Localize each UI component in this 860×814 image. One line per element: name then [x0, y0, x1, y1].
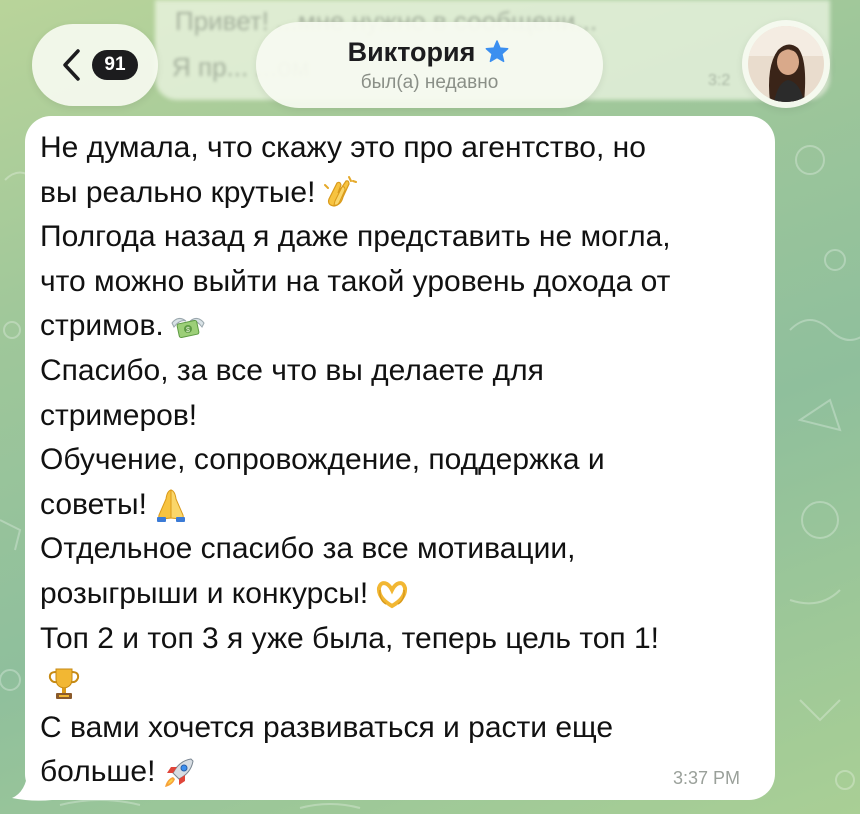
message-line: стримеров! [40, 394, 760, 439]
message-line-text: Полгода назад я даже представить не могл… [40, 220, 671, 254]
message-line: Спасибо, за все что вы делаете для [40, 349, 760, 394]
message-line-text: Спасибо, за все что вы делаете для [40, 353, 544, 387]
message-line-text: Обучение, сопровождение, поддержка и [40, 443, 605, 477]
star-icon [485, 40, 509, 63]
avatar [748, 26, 824, 102]
message-line-text: советы! [40, 487, 147, 521]
message-line: что можно выйти на такой уровень дохода … [40, 260, 760, 305]
message-line: Отдельное спасибо за все мотивации, [40, 527, 760, 572]
message-line: С вами хочется развиваться и расти еще [40, 706, 760, 751]
message-line-text: стримов. [40, 309, 164, 343]
message-line: Не думала, что скажу это про агентство, … [40, 126, 760, 171]
svg-text:$: $ [186, 327, 190, 334]
message-line-text: Не думала, что скажу это про агентство, … [40, 131, 646, 164]
message-line [40, 661, 760, 706]
message-line: стримов. $ [40, 304, 760, 349]
previous-message-time: 3:2 [708, 72, 731, 89]
money-with-wings-icon: $ [170, 309, 206, 345]
message-line: Полгода назад я даже представить не могл… [40, 215, 760, 260]
back-button[interactable]: 91 [32, 24, 158, 106]
message-line-text: розыгрыши и конкурсы! [40, 576, 369, 610]
clapping-hands-icon [321, 175, 358, 211]
unread-count-badge: 91 [92, 50, 138, 80]
message-time: 3:37 PM [673, 768, 741, 788]
chat-title[interactable]: Виктория был(а) недавно [256, 22, 603, 108]
message-line-text: вы реально крутые! [40, 175, 316, 209]
message-line-text: Отдельное спасибо за все мотивации, [40, 532, 576, 566]
message-line: Обучение, сопровождение, поддержка и [40, 438, 760, 483]
message-line: вы реально крутые! [40, 171, 760, 216]
avatar-button[interactable] [742, 20, 830, 108]
contact-status: был(а) недавно [360, 71, 499, 93]
message-line: розыгрыши и конкурсы! [40, 572, 760, 617]
trophy-icon [46, 665, 82, 701]
message-line-text: стримеров! [40, 398, 198, 432]
rocket-icon [161, 755, 197, 791]
message-line-text: что можно выйти на такой уровень дохода … [40, 264, 671, 298]
heart-hands-icon [374, 576, 410, 612]
message-line: советы! [40, 483, 760, 528]
message-line: Топ 2 и топ 3 я уже была, теперь цель то… [40, 617, 760, 662]
message-line: больше! [40, 750, 760, 795]
message-line-text: С вами хочется развиваться и расти еще [40, 710, 614, 744]
message-line-text: Топ 2 и топ 3 я уже была, теперь цель то… [40, 621, 660, 655]
folded-hands-icon [153, 487, 189, 523]
message-line-text: больше! [40, 755, 156, 789]
chevron-left-icon [63, 49, 80, 81]
message-text: Не думала, что скажу это про агентство, … [40, 126, 760, 795]
contact-name: Виктория [347, 36, 476, 67]
